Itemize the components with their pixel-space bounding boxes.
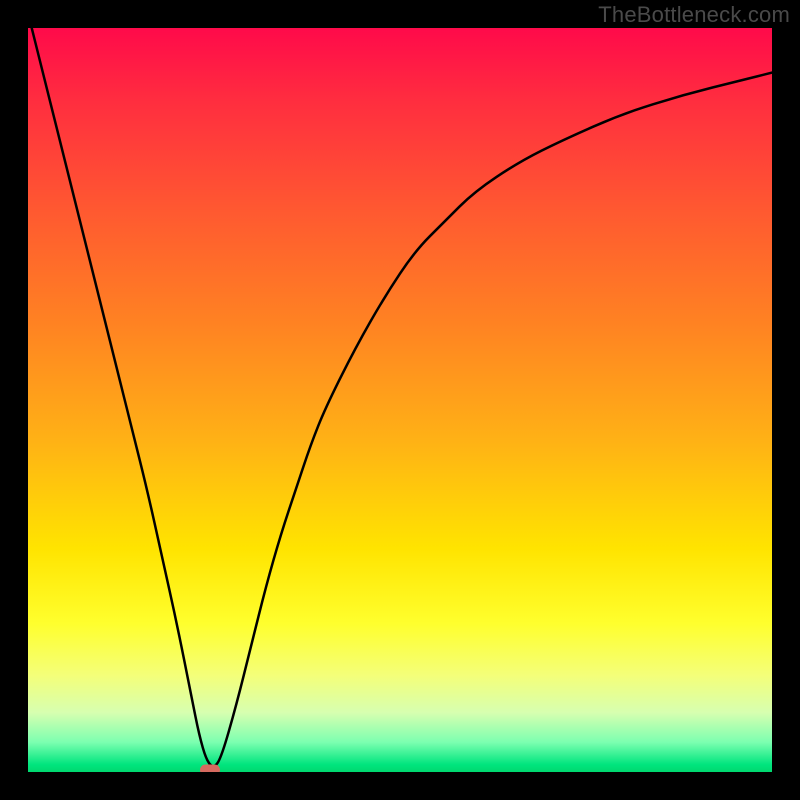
chart-outer-frame: TheBottleneck.com <box>0 0 800 800</box>
minimum-marker <box>200 764 220 772</box>
bottleneck-curve <box>28 28 772 772</box>
watermark-text: TheBottleneck.com <box>598 2 790 28</box>
plot-area <box>28 28 772 772</box>
